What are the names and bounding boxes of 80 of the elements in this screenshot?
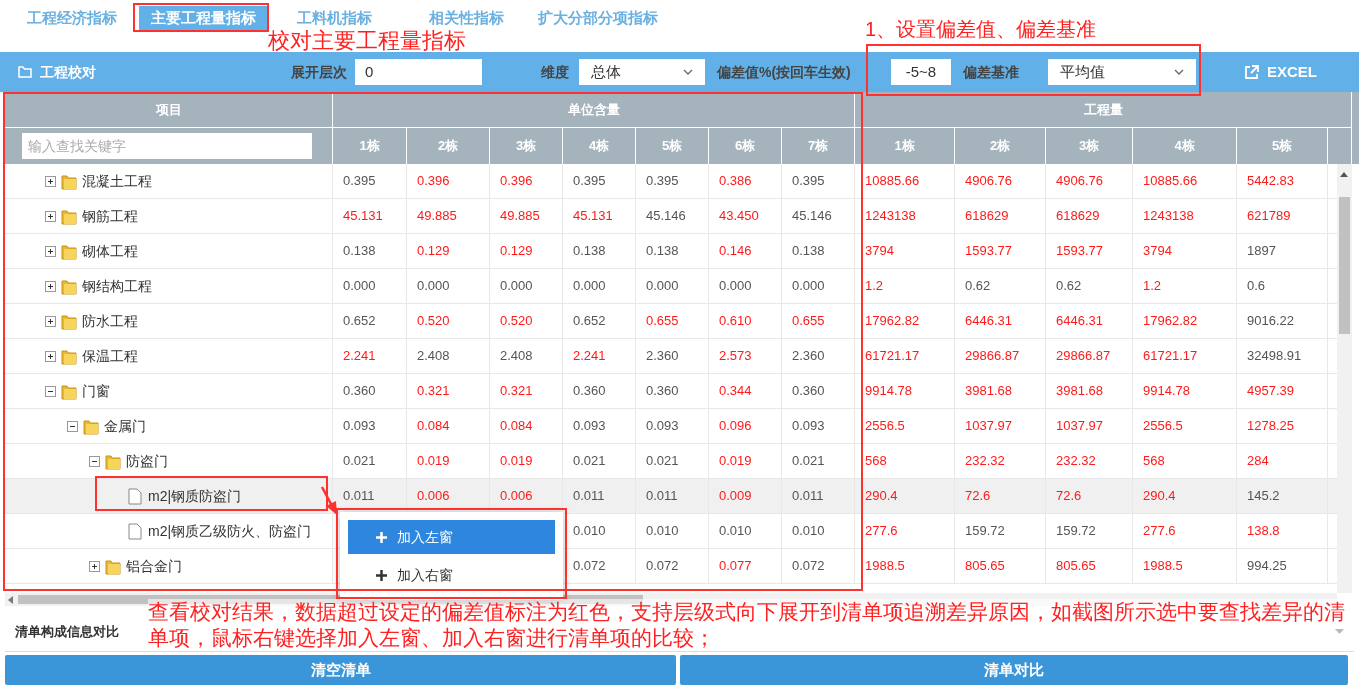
tree-item-label: 门窗: [82, 381, 110, 401]
expand-icon[interactable]: [45, 210, 56, 222]
dropdown[interactable]: 总体: [579, 59, 705, 85]
expand-icon[interactable]: [45, 245, 56, 257]
table-row[interactable]: 门窗 0.360 0.321 0.321 0.360 0.360 0.344 0.360 9914.78 3981.68 3981.68 9914.78 4957.39: [5, 374, 1337, 409]
scrollbar-thumb[interactable]: [1339, 197, 1350, 334]
search-field[interactable]: 输入查找关键字: [22, 133, 312, 159]
document-icon: [127, 487, 143, 505]
table-row[interactable]: 防水工程 0.652 0.520 0.520 0.652 0.655 0.610 0.655 17962.82 6446.31 6446.31 17962.82 9016.22: [5, 304, 1337, 339]
input-field[interactable]: 0: [355, 59, 482, 85]
tree-item-label: 防水工程: [82, 311, 138, 331]
arrow-left-icon[interactable]: [8, 596, 13, 604]
annotation-text: 1、设置偏差值、偏差基准: [865, 17, 1097, 42]
tree-item-label: 混凝土工程: [82, 171, 152, 191]
folder-icon: [105, 557, 121, 575]
folder-icon: [61, 382, 77, 400]
table-cell: 805.65: [1046, 549, 1133, 584]
document-icon: [127, 522, 143, 540]
arrow-up-icon[interactable]: [1340, 172, 1348, 177]
table-cell: 805.65: [955, 549, 1046, 584]
expand-icon[interactable]: [45, 350, 56, 362]
expand-icon[interactable]: [45, 315, 56, 327]
column-header: 项目: [5, 92, 333, 128]
folder-icon: [18, 66, 32, 78]
collapse-icon[interactable]: [67, 420, 78, 432]
collapse-icon[interactable]: [45, 385, 56, 397]
panel-title: 工程校对: [40, 62, 97, 82]
column-group-header: 工程量: [855, 92, 1352, 128]
external-link-icon: [1244, 64, 1259, 80]
table-cell: 1988.5: [1133, 549, 1237, 584]
plus-icon: [376, 531, 387, 543]
tree-item-label: m2|钢质防盗门: [148, 486, 242, 506]
expand-icon[interactable]: [89, 560, 100, 572]
folder-icon: [61, 277, 77, 295]
annotation-arrow: [320, 486, 338, 516]
menu-item[interactable]: 加入左窗: [348, 520, 555, 554]
folder-icon: [61, 312, 77, 330]
tree-item-label: 金属门: [104, 416, 146, 436]
table-row[interactable]: 钢结构工程 0.000 0.000 0.000 0.000 0.000 0.000 0.000 1.2 0.62 0.62 1.2 0.6: [5, 269, 1337, 304]
table-cell: 0.072: [782, 549, 855, 584]
tree-item-label: m2|钢质乙级防火、防盗门: [148, 521, 312, 541]
tree-item-label: 钢筋工程: [82, 206, 138, 226]
folder-icon: [61, 347, 77, 365]
chevron-down-icon: [683, 69, 693, 75]
table-cell: 994.25: [1237, 549, 1328, 584]
table-row[interactable]: 防盗门 0.021 0.019 0.019 0.021 0.021 0.019 0.021 568 232.32 232.32 568 284: [5, 444, 1337, 479]
dropdown[interactable]: 平均值: [1048, 59, 1196, 85]
vertical-scrollbar[interactable]: [1337, 164, 1352, 593]
plus-icon: [376, 569, 387, 581]
table-row[interactable]: 金属门 0.093 0.084 0.084 0.093 0.093 0.096 0.093 2556.5 1037.97 1037.97 2556.5 1278.25: [5, 409, 1337, 444]
field-label: 偏差值%(按回车生效): [717, 62, 852, 82]
table-row[interactable]: 砌体工程 0.138 0.129 0.129 0.138 0.138 0.146 0.138 3794 1593.77 1593.77 3794 1897: [5, 234, 1337, 269]
expand-icon[interactable]: [45, 280, 56, 292]
table-row[interactable]: 保温工程 2.241 2.408 2.408 2.241 2.360 2.573 2.360 61721.17 29866.87 29866.87 61721.17 32498.91: [5, 339, 1337, 374]
field-label: 展开层次: [291, 62, 347, 82]
column-group-header: 单位含量: [333, 92, 855, 128]
folder-icon: [83, 417, 99, 435]
folder-icon: [61, 172, 77, 190]
tree-item-label: 铝合金门: [126, 556, 182, 576]
tree-item-label: 钢结构工程: [82, 276, 152, 296]
table-cell: 0.077: [709, 549, 782, 584]
tree-item-label: 防盗门: [126, 451, 168, 471]
section-label: 清单构成信息对比: [15, 622, 119, 641]
table-cell: 1988.5: [855, 549, 955, 584]
tree-item-label: 保温工程: [82, 346, 138, 366]
field-label: 维度: [541, 62, 569, 82]
folder-icon: [61, 242, 77, 260]
chevron-down-icon: [1174, 69, 1184, 75]
table-row[interactable]: 钢筋工程 45.131 49.885 49.885 45.131 45.146 43.450 45.146 1243138 618629 618629 1243138 621789: [5, 199, 1337, 234]
annotation-text: 校对主要工程量指标: [268, 30, 466, 52]
expand-icon[interactable]: [45, 175, 56, 187]
folder-icon: [105, 452, 121, 470]
table-row[interactable]: m2|钢质防盗门 0.011 0.006 0.006 0.011 0.011 0.009 0.011 290.4 72.6 72.6 290.4 145.2: [5, 479, 1337, 514]
input-field[interactable]: -5~8: [891, 59, 951, 85]
table-cell: 0.072: [636, 549, 709, 584]
collapse-icon[interactable]: [89, 455, 100, 467]
field-label: 偏差基准: [963, 62, 1020, 82]
tree-item-label: 砌体工程: [82, 241, 138, 261]
folder-icon: [61, 207, 77, 225]
table-row[interactable]: 混凝土工程 0.395 0.396 0.396 0.395 0.395 0.386 0.395 10885.66 4906.76 4906.76 10885.66 5442.83: [5, 164, 1337, 199]
